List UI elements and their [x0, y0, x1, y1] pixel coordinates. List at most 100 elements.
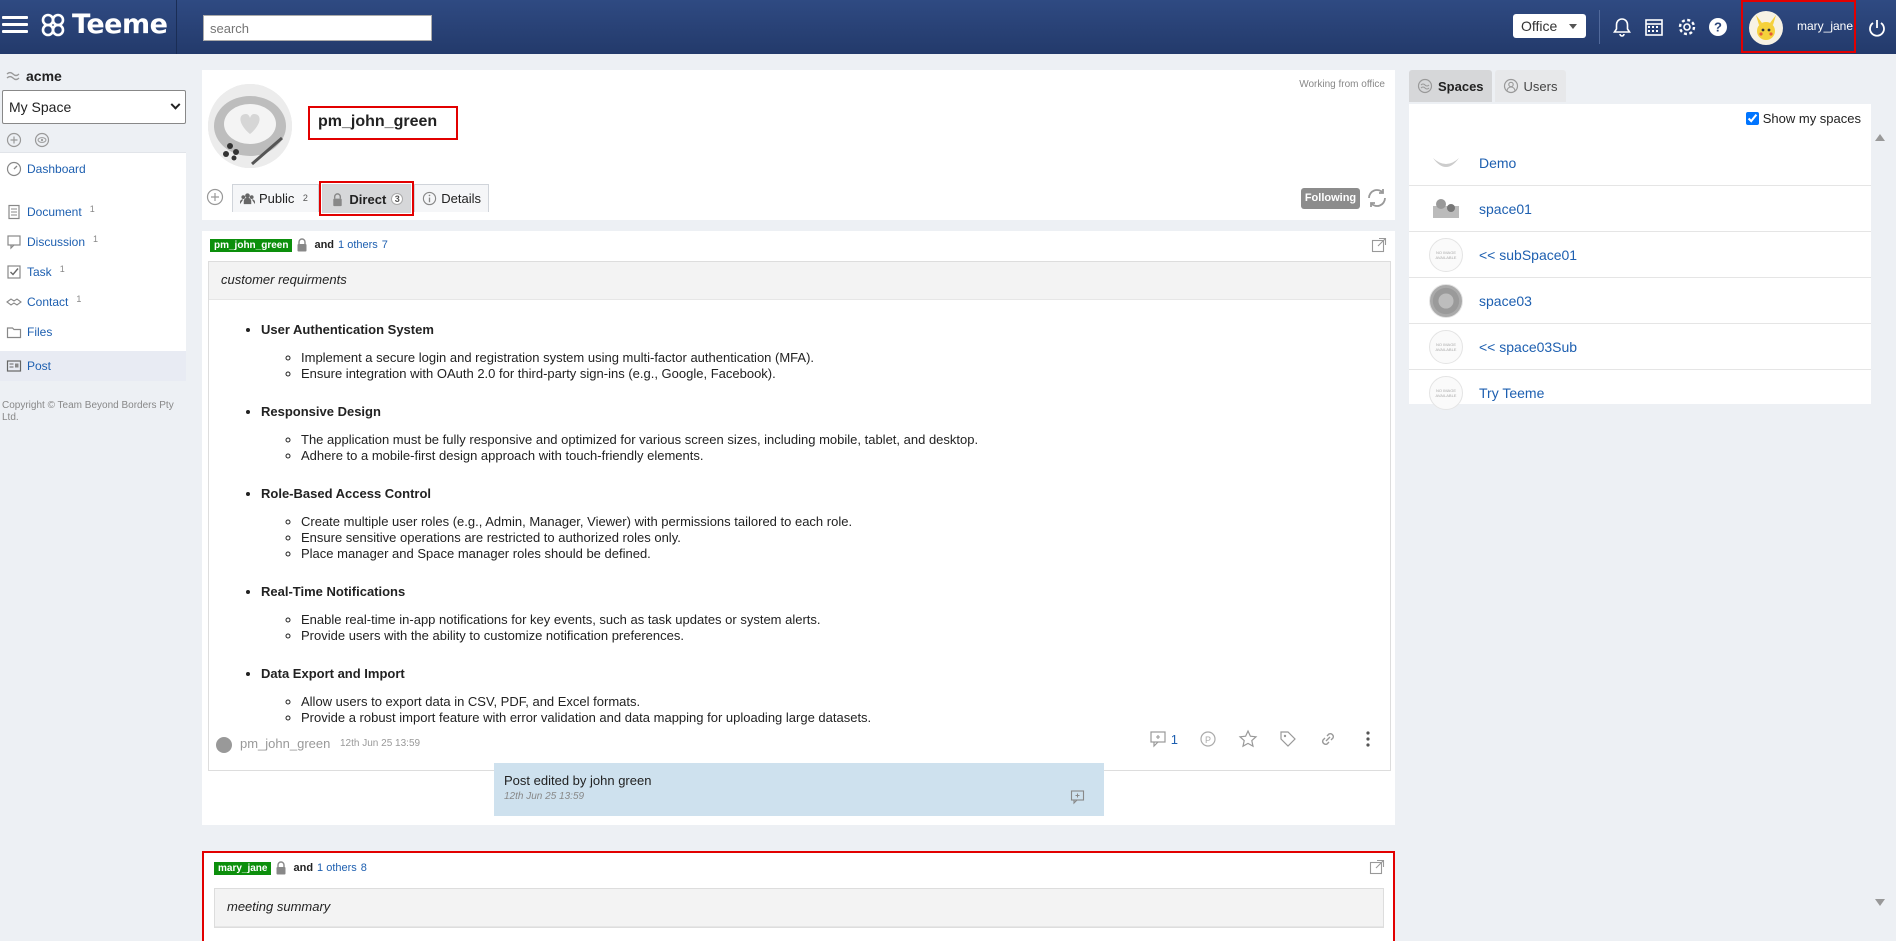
sidebar-item-discussion[interactable]: Discussion 1 — [0, 227, 186, 257]
lock-icon — [297, 238, 307, 252]
profile-card: pm_john_green Working from office Public… — [202, 70, 1395, 220]
scroll-up-icon[interactable] — [1875, 134, 1885, 141]
show-my-spaces[interactable]: Show my spaces — [1745, 111, 1861, 126]
space-item-space01[interactable]: space01 — [1409, 186, 1871, 232]
add-comment-icon[interactable] — [1070, 789, 1086, 805]
sidebar-item-task[interactable]: Task 1 — [0, 257, 186, 287]
add-space-icon[interactable] — [6, 132, 22, 148]
list-item: Real-Time Notifications Enable real-time… — [261, 584, 1390, 644]
space-thumbnail: NO IMAGE AVAILABLE — [1429, 376, 1463, 410]
tab-details[interactable]: Details — [414, 184, 490, 212]
popout-icon[interactable] — [1371, 237, 1387, 253]
sidebar-nav: Dashboard Document 1 Discussion 1 Task 1… — [0, 152, 186, 381]
comment-count[interactable]: 1 — [1171, 732, 1178, 747]
document-icon — [8, 204, 20, 220]
bell-icon[interactable] — [1611, 16, 1633, 38]
popout-icon[interactable] — [1369, 859, 1385, 875]
view-space-icon[interactable] — [34, 132, 50, 148]
space-select[interactable]: My Space — [2, 90, 186, 124]
task-icon — [7, 265, 21, 279]
author-tag[interactable]: mary_jane — [214, 861, 272, 875]
spaces-icon — [1417, 78, 1433, 94]
list-item: Responsive Design The application must b… — [261, 404, 1390, 464]
no-image-text: NO IMAGE AVAILABLE — [1435, 388, 1457, 398]
post-card: mary_jane and 1 others 8 meeting summary — [202, 851, 1395, 941]
post-card: pm_john_green and 1 others 7 customer re… — [202, 231, 1395, 825]
show-my-spaces-checkbox[interactable] — [1745, 112, 1759, 125]
chevron-down-icon — [170, 99, 181, 110]
sidebar-item-label: Task — [27, 265, 52, 279]
calendar-icon[interactable] — [1643, 16, 1665, 38]
section-title: Real-Time Notifications — [261, 584, 406, 599]
menu-icon[interactable] — [2, 12, 28, 42]
post-footer: pm_john_green 12th Jun 25 13:59 1 P — [208, 725, 1388, 761]
space-name: space03 — [1479, 292, 1532, 309]
tab-spaces[interactable]: Spaces — [1409, 70, 1492, 102]
tab-public[interactable]: Public 2 — [232, 184, 320, 212]
list-item: Provide users with the ability to custom… — [301, 628, 1390, 644]
tab-label: Details — [441, 191, 482, 206]
following-button[interactable]: Following — [1301, 188, 1360, 209]
more-icon[interactable] — [1358, 729, 1378, 749]
tab-count: 2 — [302, 192, 308, 203]
list-item: Provide a robust import feature with err… — [301, 710, 1390, 726]
and-text: and — [293, 862, 314, 874]
author-tag[interactable]: pm_john_green — [210, 238, 293, 252]
svg-text:?: ? — [1714, 20, 1722, 35]
space-name: << subSpace01 — [1479, 246, 1578, 263]
post-timestamp: 12th Jun 25 13:59 — [340, 738, 421, 749]
edit-note-time: 12th Jun 25 13:59 — [504, 791, 585, 802]
others-link[interactable]: 1 others — [338, 239, 378, 251]
space-item-space03[interactable]: space03 — [1409, 278, 1871, 324]
footer-author[interactable]: pm_john_green — [240, 736, 330, 751]
add-icon[interactable] — [206, 188, 224, 206]
sidebar-item-label: Post — [27, 359, 52, 373]
comment-icon[interactable] — [1149, 729, 1169, 749]
profile-avatar — [208, 84, 292, 168]
section-title: Data Export and Import — [261, 666, 405, 681]
space-item-try-teeme[interactable]: NO IMAGE AVAILABLE Try Teeme — [1409, 370, 1871, 416]
tab-direct[interactable]: Direct 3 — [322, 184, 412, 213]
space-name: Try Teeme — [1479, 385, 1545, 401]
link-icon[interactable] — [1318, 729, 1338, 749]
search-input[interactable] — [203, 15, 432, 41]
count-badge: 1 — [76, 294, 82, 304]
tag-icon[interactable] — [1278, 729, 1298, 749]
post-actions: 1 P — [1149, 729, 1378, 749]
scroll-down-icon[interactable] — [1875, 899, 1885, 906]
space-thumbnail — [1429, 145, 1463, 180]
lock-icon — [276, 861, 286, 875]
user-avatar — [1749, 11, 1783, 45]
space-thumbnail — [1429, 283, 1463, 318]
profile-tabs: Public 2 Direct 3 Details — [232, 181, 490, 216]
space-item-demo[interactable]: Demo — [1409, 140, 1871, 186]
sidebar-item-document[interactable]: Document 1 — [0, 197, 186, 227]
pin-icon[interactable]: P — [1198, 729, 1218, 749]
sidebar-item-contact[interactable]: Contact 1 — [0, 287, 186, 317]
office-dropdown[interactable]: Office — [1513, 14, 1586, 38]
star-icon[interactable] — [1238, 729, 1258, 749]
app-logo[interactable]: Teeme — [40, 9, 168, 40]
sidebar-item-dashboard[interactable]: Dashboard — [0, 153, 186, 185]
sidebar-item-post[interactable]: Post — [0, 351, 186, 381]
sidebar: acme My Space Dashboard Document 1 Discu… — [0, 54, 188, 941]
org-header: acme — [6, 68, 62, 84]
sidebar-item-label: Document — [27, 205, 82, 219]
space-item-subspace01[interactable]: NO IMAGE AVAILABLE << subSpace01 — [1409, 232, 1871, 278]
space-item-space03sub[interactable]: NO IMAGE AVAILABLE << space03Sub — [1409, 324, 1871, 370]
post-title: customer requirments — [209, 262, 1390, 300]
scrollbar[interactable] — [1873, 134, 1887, 906]
tab-users[interactable]: Users — [1494, 70, 1566, 102]
refresh-icon[interactable] — [1365, 186, 1389, 210]
others-link[interactable]: 1 others — [317, 862, 357, 874]
power-icon[interactable] — [1867, 18, 1887, 38]
sidebar-item-files[interactable]: Files — [0, 317, 186, 347]
lock-icon — [333, 192, 343, 206]
help-icon[interactable]: ? — [1707, 16, 1729, 38]
post-header: mary_jane and 1 others 8 — [214, 861, 367, 875]
org-name: acme — [26, 68, 62, 84]
user-menu[interactable]: mary_jane — [1741, 0, 1856, 53]
gear-icon[interactable] — [1676, 16, 1698, 38]
section-title: User Authentication System — [261, 322, 434, 337]
no-image-text: NO IMAGE AVAILABLE — [1435, 249, 1457, 260]
